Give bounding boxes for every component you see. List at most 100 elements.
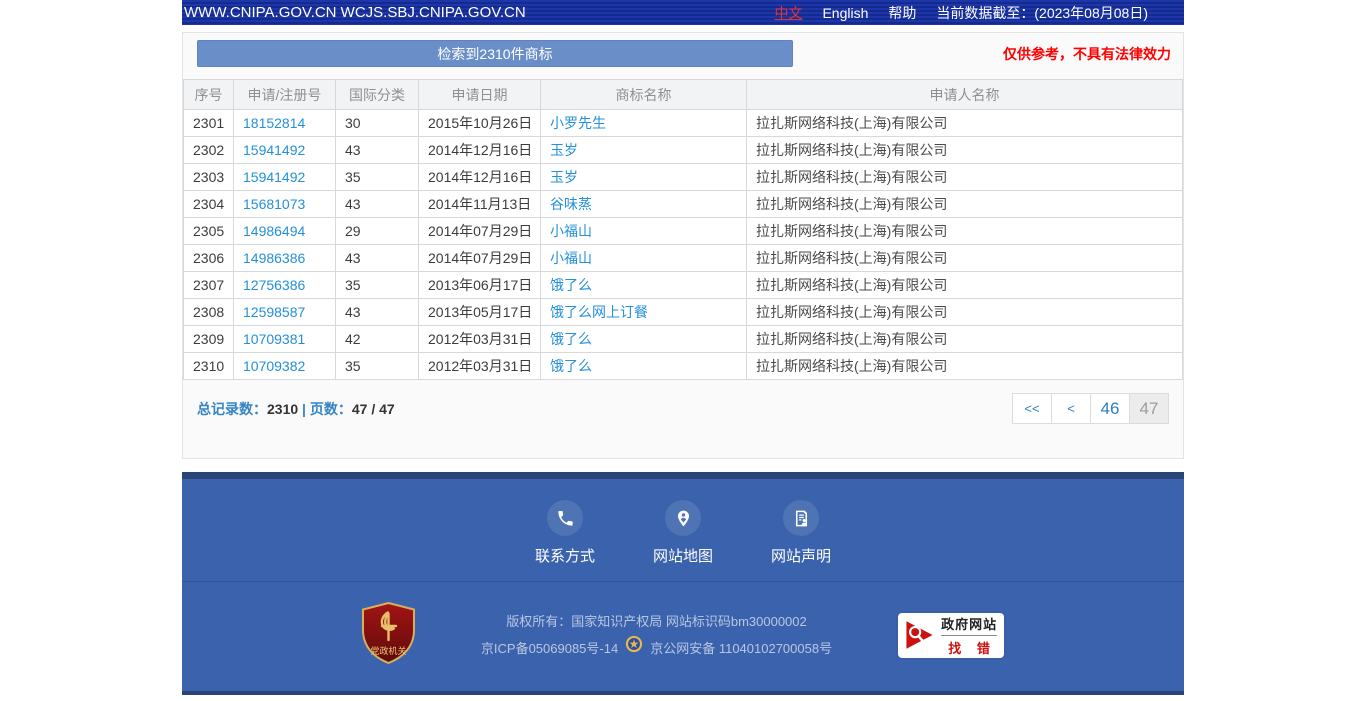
apply-date-cell: 2015年10月26日	[419, 110, 541, 137]
top-bar: WWW.CNIPA.GOV.CN WCJS.SBJ.CNIPA.GOV.CN 中…	[182, 0, 1184, 25]
apply-date-cell: 2014年12月16日	[419, 164, 541, 191]
error-badge-action: 找 错	[948, 638, 996, 657]
applicant-cell: 拉扎斯网络科技(上海)有限公司	[747, 218, 1183, 245]
applicant-cell: 拉扎斯网络科技(上海)有限公司	[747, 326, 1183, 353]
apply-date-cell: 2013年06月17日	[419, 272, 541, 299]
table-row: 230812598587432013年05月17日饿了么网上订餐拉扎斯网络科技(…	[184, 299, 1183, 326]
table-row: 230614986386432014年07月29日小福山拉扎斯网络科技(上海)有…	[184, 245, 1183, 272]
help-link[interactable]: 帮助	[888, 3, 916, 23]
trademark-name-link[interactable]: 饿了么网上订餐	[541, 299, 747, 326]
apply-date-cell: 2014年12月16日	[419, 137, 541, 164]
result-count-button[interactable]: 检索到2310件商标	[197, 40, 793, 67]
footer-links: 联系方式 网站地图 网站声明	[182, 479, 1184, 581]
trademark-name-link[interactable]: 谷味蒸	[541, 191, 747, 218]
table-row: 230712756386352013年06月17日饿了么拉扎斯网络科技(上海)有…	[184, 272, 1183, 299]
police-badge-icon	[625, 635, 643, 662]
total-records-label: 总记录数：	[197, 401, 267, 417]
apply-date-cell: 2012年03月31日	[419, 353, 541, 380]
language-english-link[interactable]: English	[822, 5, 868, 21]
intl-class-cell: 35	[336, 164, 419, 191]
apply-date-cell: 2012年03月31日	[419, 326, 541, 353]
table-row: 230215941492432014年12月16日玉岁拉扎斯网络科技(上海)有限…	[184, 137, 1183, 164]
reg-number-link[interactable]: 12756386	[234, 272, 336, 299]
apply-date-cell: 2014年07月29日	[419, 245, 541, 272]
party-government-badge[interactable]: 党政机关	[360, 602, 417, 669]
serial-cell: 2307	[184, 272, 234, 299]
trademark-name-link[interactable]: 小福山	[541, 218, 747, 245]
serial-cell: 2305	[184, 218, 234, 245]
page-46-button[interactable]: 46	[1090, 393, 1130, 424]
copyright-line1: 版权所有：国家知识产权局 网站标识码bm30000002	[481, 608, 832, 635]
trademark-name-link[interactable]: 饿了么	[541, 272, 747, 299]
reg-number-link[interactable]: 14986386	[234, 245, 336, 272]
reg-number-link[interactable]: 15681073	[234, 191, 336, 218]
serial-cell: 2301	[184, 110, 234, 137]
trademark-name-link[interactable]: 玉岁	[541, 164, 747, 191]
results-panel: 检索到2310件商标 仅供参考，不具有法律效力 序号 申请/注册号 国际分类 申…	[182, 32, 1184, 459]
result-summary-row: 检索到2310件商标 仅供参考，不具有法律效力	[183, 33, 1183, 67]
intl-class-cell: 42	[336, 326, 419, 353]
sitemap-link[interactable]: 网站地图	[650, 500, 716, 566]
header-trademark-name: 商标名称	[541, 80, 747, 110]
pagination-row: 总记录数：2310 | 页数：47 / 47 << < 46 47	[197, 393, 1169, 424]
intl-class-cell: 43	[336, 137, 419, 164]
document-icon	[783, 500, 819, 536]
prev-page-button[interactable]: <	[1051, 393, 1091, 424]
applicant-cell: 拉扎斯网络科技(上海)有限公司	[747, 245, 1183, 272]
pages-value: 47 / 47	[352, 401, 395, 417]
apply-date-cell: 2013年05月17日	[419, 299, 541, 326]
phone-icon	[547, 500, 583, 536]
intl-class-cell: 43	[336, 191, 419, 218]
page-47-current: 47	[1129, 393, 1169, 424]
reg-number-link[interactable]: 12598587	[234, 299, 336, 326]
intl-class-cell: 43	[336, 245, 419, 272]
map-pin-icon	[665, 500, 701, 536]
error-badge-divider	[941, 635, 997, 636]
header-reg-number: 申请/注册号	[234, 80, 336, 110]
reg-number-link[interactable]: 15941492	[234, 137, 336, 164]
reg-number-link[interactable]: 15941492	[234, 164, 336, 191]
statement-link[interactable]: 网站声明	[768, 500, 834, 566]
total-records-value: 2310	[267, 401, 298, 417]
intl-class-cell: 35	[336, 272, 419, 299]
reg-number-link[interactable]: 10709382	[234, 353, 336, 380]
police-record-link[interactable]: 京公网安备 11040102700058号	[650, 635, 832, 662]
topbar-links: 中文 English 帮助 当前数据截至：(2023年08月08日)	[774, 3, 1148, 23]
reg-number-link[interactable]: 14986494	[234, 218, 336, 245]
serial-cell: 2310	[184, 353, 234, 380]
trademark-table-body: 230118152814302015年10月26日小罗先生拉扎斯网络科技(上海)…	[184, 110, 1183, 380]
contact-link[interactable]: 联系方式	[532, 500, 598, 566]
language-chinese-link[interactable]: 中文	[774, 3, 802, 23]
table-row: 230118152814302015年10月26日小罗先生拉扎斯网络科技(上海)…	[184, 110, 1183, 137]
trademark-name-link[interactable]: 饿了么	[541, 326, 747, 353]
data-cutoff-date: 当前数据截至：(2023年08月08日)	[936, 3, 1148, 23]
copyright-text: 版权所有：国家知识产权局 网站标识码bm30000002 京ICP备050690…	[481, 608, 832, 662]
copyright-line2: 京ICP备05069085号-14 京公网安备 11040102700058号	[481, 635, 832, 662]
reg-number-link[interactable]: 10709381	[234, 326, 336, 353]
applicant-cell: 拉扎斯网络科技(上海)有限公司	[747, 272, 1183, 299]
gov-site-error-report-badge[interactable]: 政府网站 找 错	[896, 611, 1006, 660]
first-page-button[interactable]: <<	[1012, 393, 1052, 424]
serial-cell: 2303	[184, 164, 234, 191]
totals-separator: |	[302, 401, 306, 417]
trademark-name-link[interactable]: 饿了么	[541, 353, 747, 380]
trademark-name-link[interactable]: 玉岁	[541, 137, 747, 164]
trademark-name-link[interactable]: 小福山	[541, 245, 747, 272]
apply-date-cell: 2014年07月29日	[419, 218, 541, 245]
pages-label: 页数：	[310, 401, 352, 417]
icp-record-link[interactable]: 京ICP备05069085号-14	[481, 635, 618, 662]
party-badge-text: 党政机关	[370, 645, 406, 656]
table-row: 230910709381422012年03月31日饿了么拉扎斯网络科技(上海)有…	[184, 326, 1183, 353]
table-row: 231010709382352012年03月31日饿了么拉扎斯网络科技(上海)有…	[184, 353, 1183, 380]
trademark-results-table: 序号 申请/注册号 国际分类 申请日期 商标名称 申请人名称 230118152…	[183, 79, 1183, 380]
reg-number-link[interactable]: 18152814	[234, 110, 336, 137]
trademark-name-link[interactable]: 小罗先生	[541, 110, 747, 137]
sitemap-label: 网站地图	[653, 545, 713, 566]
applicant-cell: 拉扎斯网络科技(上海)有限公司	[747, 110, 1183, 137]
serial-cell: 2302	[184, 137, 234, 164]
header-serial: 序号	[184, 80, 234, 110]
footer: 联系方式 网站地图 网站声明	[182, 472, 1184, 695]
site-urls: WWW.CNIPA.GOV.CN WCJS.SBJ.CNIPA.GOV.CN	[184, 4, 526, 21]
applicant-cell: 拉扎斯网络科技(上海)有限公司	[747, 191, 1183, 218]
serial-cell: 2308	[184, 299, 234, 326]
